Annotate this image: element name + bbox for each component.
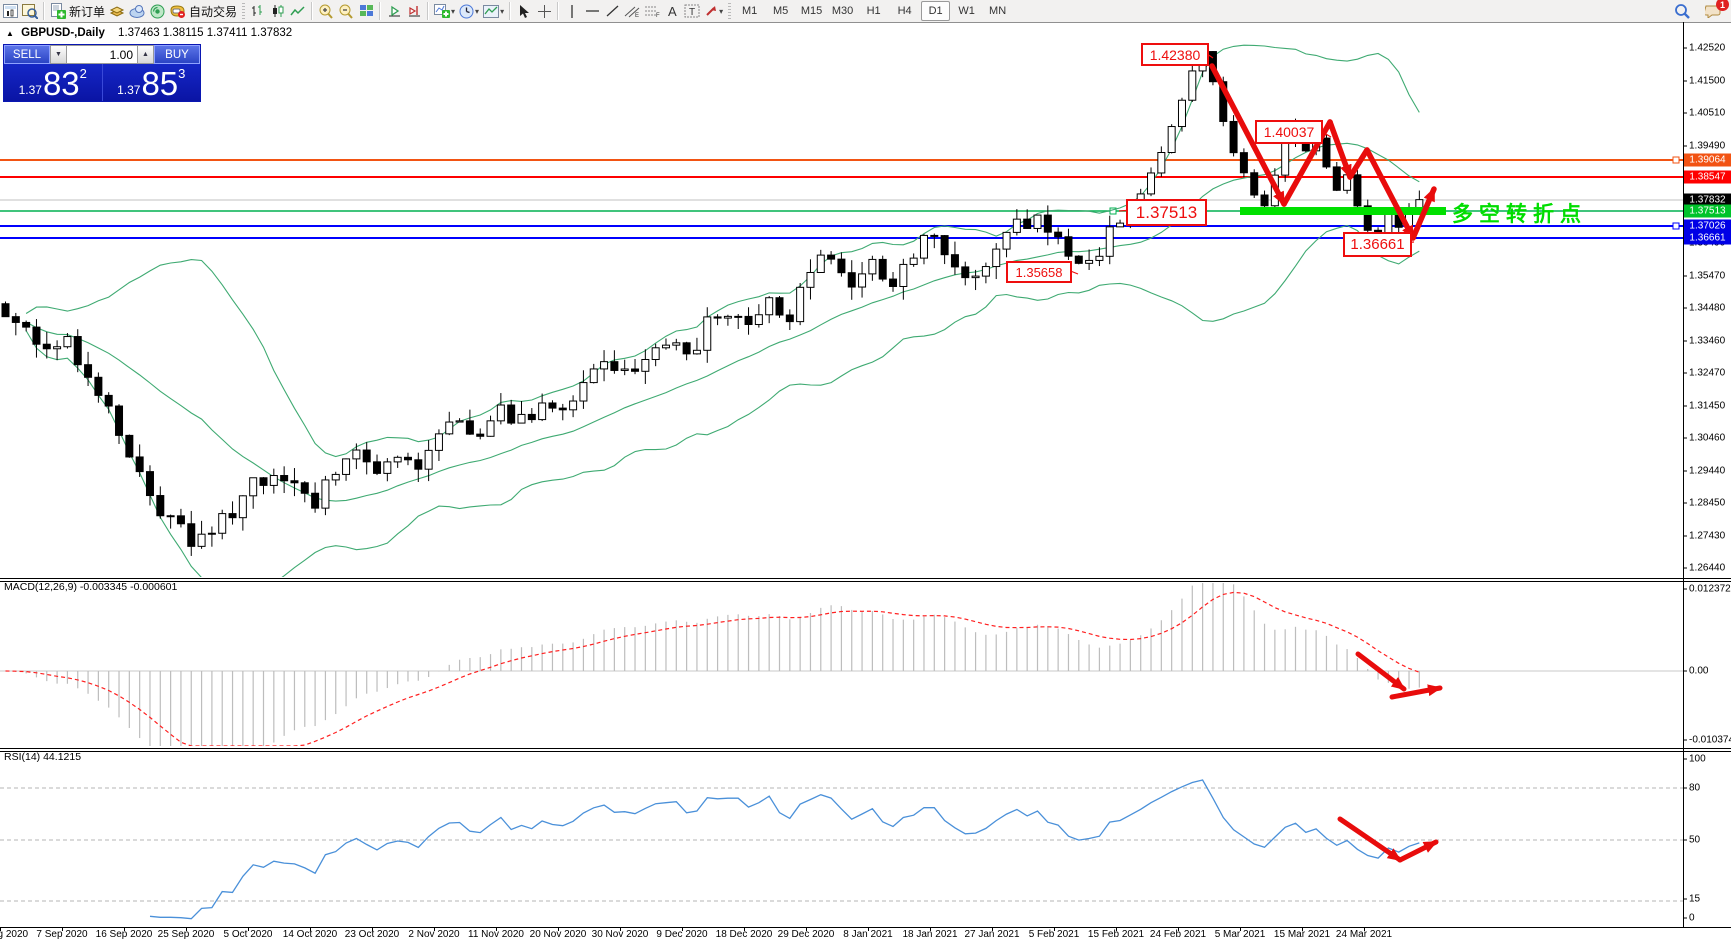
- chart-header: ▲ GBPUSD-,Daily 1.37463 1.38115 1.37411 …: [6, 27, 292, 39]
- price-annotation-tag[interactable]: 1.35658: [1006, 261, 1072, 283]
- rsi-indicator-label: RSI(14) 44.1215: [4, 751, 81, 763]
- sell-price-main: 83: [43, 69, 80, 99]
- buy-button[interactable]: BUY: [154, 45, 200, 64]
- sell-price-prefix: 1.37: [19, 83, 42, 97]
- chart-canvas[interactable]: [0, 0, 1731, 942]
- buy-price-display[interactable]: 1.37853: [103, 64, 201, 101]
- price-level-badge: 1.39064: [1684, 154, 1731, 167]
- price-annotation-tag[interactable]: 1.42380: [1141, 43, 1209, 66]
- price-level-badge: 1.37513: [1684, 205, 1731, 218]
- volume-increase-button[interactable]: ▲: [137, 45, 154, 64]
- macd-indicator-label: MACD(12,26,9) -0.003345 -0.000601: [4, 581, 177, 593]
- one-click-trading-panel: SELL ▼ ▲ BUY 1.37832 1.37853: [3, 44, 201, 102]
- price-annotation-tag[interactable]: 1.37513: [1126, 199, 1207, 226]
- candlesticks: [2, 51, 1423, 556]
- price-annotation-tag[interactable]: 1.40037: [1255, 120, 1323, 144]
- buy-price-pip: 3: [178, 66, 185, 81]
- chart-symbol-period: GBPUSD-,Daily: [21, 27, 105, 39]
- price-level-badge: 1.38547: [1684, 171, 1731, 184]
- sell-button[interactable]: SELL: [4, 45, 50, 64]
- macd-indicator: [0, 583, 1683, 746]
- buy-price-prefix: 1.37: [117, 83, 140, 97]
- rsi-indicator: [0, 780, 1683, 919]
- volume-input[interactable]: [67, 45, 137, 64]
- date-axis[interactable]: [0, 927, 1683, 942]
- volume-decrease-button[interactable]: ▼: [50, 45, 67, 64]
- price-annotation-tag[interactable]: 1.36661: [1343, 232, 1412, 257]
- sell-price-display[interactable]: 1.37832: [4, 64, 102, 101]
- buy-price-main: 85: [141, 69, 178, 99]
- turning-point-highlight-bar[interactable]: [1240, 207, 1446, 215]
- turning-point-annotation[interactable]: 多空转折点: [1452, 198, 1587, 228]
- collapse-panel-icon[interactable]: ▲: [6, 29, 14, 38]
- price-level-badge: 1.36661: [1684, 232, 1731, 245]
- panel-borders: [0, 22, 1731, 928]
- chart-ohlc-values: 1.37463 1.38115 1.37411 1.37832: [118, 27, 292, 39]
- mt4-window: 新订单 自动交易 ▾ ▾ ▾ E F A T ▾: [0, 0, 1731, 942]
- sell-price-pip: 2: [80, 66, 87, 81]
